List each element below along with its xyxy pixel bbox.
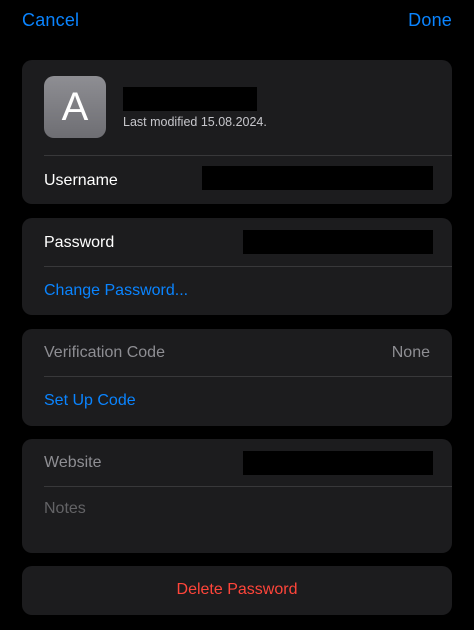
delete-password-card: Delete Password xyxy=(22,566,452,615)
website-field-redacted[interactable] xyxy=(243,451,433,475)
delete-password-button[interactable]: Delete Password xyxy=(22,581,452,599)
divider xyxy=(44,376,452,377)
set-up-code-link[interactable]: Set Up Code xyxy=(44,392,136,410)
password-label: Password xyxy=(44,234,115,251)
navigation-bar: Cancel Done xyxy=(0,0,474,44)
password-field-redacted[interactable] xyxy=(243,230,433,254)
notes-field[interactable]: Notes xyxy=(44,500,86,518)
done-button[interactable]: Done xyxy=(408,10,452,31)
last-modified-text: Last modified 15.08.2024. xyxy=(123,115,267,129)
account-header-card: A Last modified 15.08.2024. Username xyxy=(22,60,452,204)
avatar: A xyxy=(44,76,106,138)
divider xyxy=(44,266,452,267)
divider xyxy=(44,486,452,487)
redacted-account-name xyxy=(123,87,257,111)
website-notes-card: Website Notes xyxy=(22,439,452,553)
verification-code-card: Verification Code None Set Up Code xyxy=(22,329,452,426)
cancel-button[interactable]: Cancel xyxy=(22,10,79,31)
username-label: Username xyxy=(44,172,118,189)
verification-code-label: Verification Code xyxy=(44,344,165,361)
avatar-letter: A xyxy=(61,84,89,129)
password-card: Password Change Password... xyxy=(22,218,452,315)
change-password-link[interactable]: Change Password... xyxy=(44,282,188,300)
divider xyxy=(44,155,452,156)
verification-code-value: None xyxy=(391,344,430,361)
website-label: Website xyxy=(44,454,102,471)
username-field-redacted[interactable] xyxy=(202,166,433,190)
